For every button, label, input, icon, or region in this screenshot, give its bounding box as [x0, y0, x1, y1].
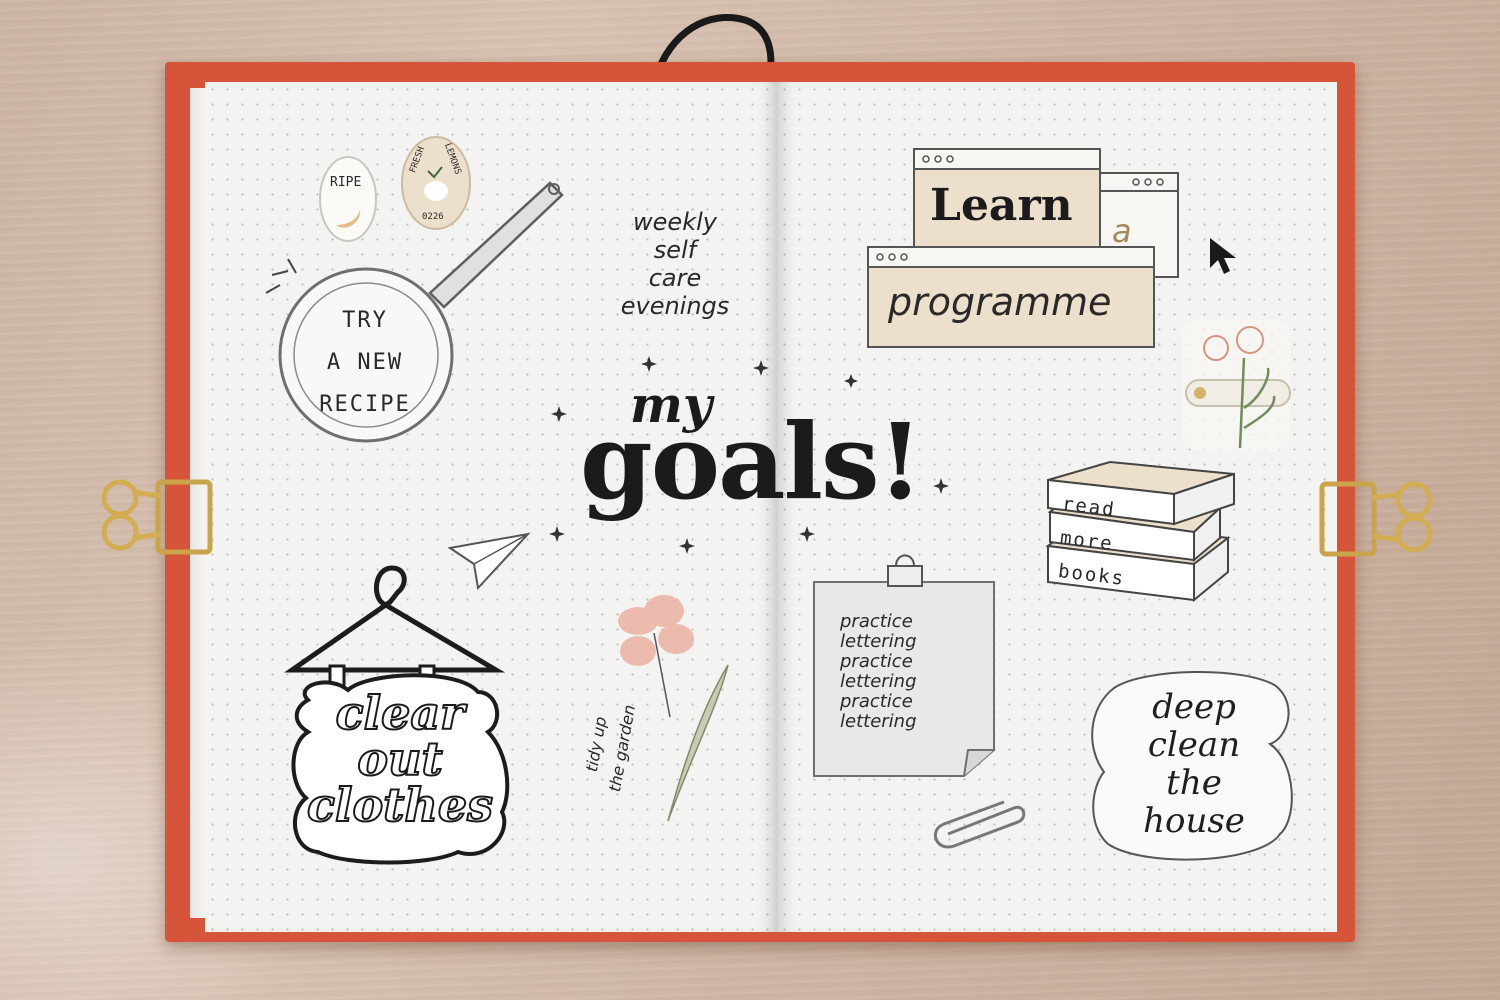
clothes-line-3: clothes: [306, 778, 494, 832]
selfcare-line-3: care: [648, 264, 702, 292]
clothes-line-1: clear: [335, 686, 466, 740]
house-line-4: house: [1143, 801, 1245, 841]
binder-clip-right: [1319, 481, 1433, 557]
selfcare-text: weekly self care evenings: [595, 208, 755, 320]
selfcare-line-2: self: [653, 236, 697, 264]
clothes-text: clear out clothes: [300, 686, 500, 832]
clothes-line-2: out: [356, 732, 443, 786]
house-text: deep clean the house: [1094, 688, 1294, 840]
selfcare-line-1: weekly: [633, 208, 717, 236]
lettering-line-3: practice: [840, 651, 913, 672]
house-line-3: the: [1166, 763, 1222, 803]
recipe-line-1: TRY: [342, 308, 388, 333]
recipe-line-2: A NEW: [326, 350, 404, 375]
lettering-line-4: lettering: [840, 671, 917, 692]
lettering-line-1: practice: [840, 611, 913, 632]
recipe-line-3: RECIPE: [319, 392, 411, 417]
house-line-1: deep: [1152, 687, 1236, 727]
programme-label: programme: [888, 280, 1112, 324]
learn-label: Learn: [930, 180, 1073, 231]
house-line-2: clean: [1147, 725, 1241, 765]
cursor-icon: [1210, 238, 1236, 274]
lettering-line-5: practice: [840, 691, 913, 712]
selfcare-line-4: evenings: [620, 292, 730, 320]
lettering-line-2: lettering: [840, 631, 917, 652]
lettering-line-6: lettering: [840, 711, 917, 732]
learn-a-label: a: [1112, 212, 1132, 250]
paperclip-icon: [933, 800, 1026, 849]
flower-sticker: [1182, 320, 1291, 451]
lettering-text: practice lettering practice lettering pr…: [840, 612, 990, 732]
sparkles: [549, 356, 949, 554]
binder-clip-left: [101, 479, 213, 555]
